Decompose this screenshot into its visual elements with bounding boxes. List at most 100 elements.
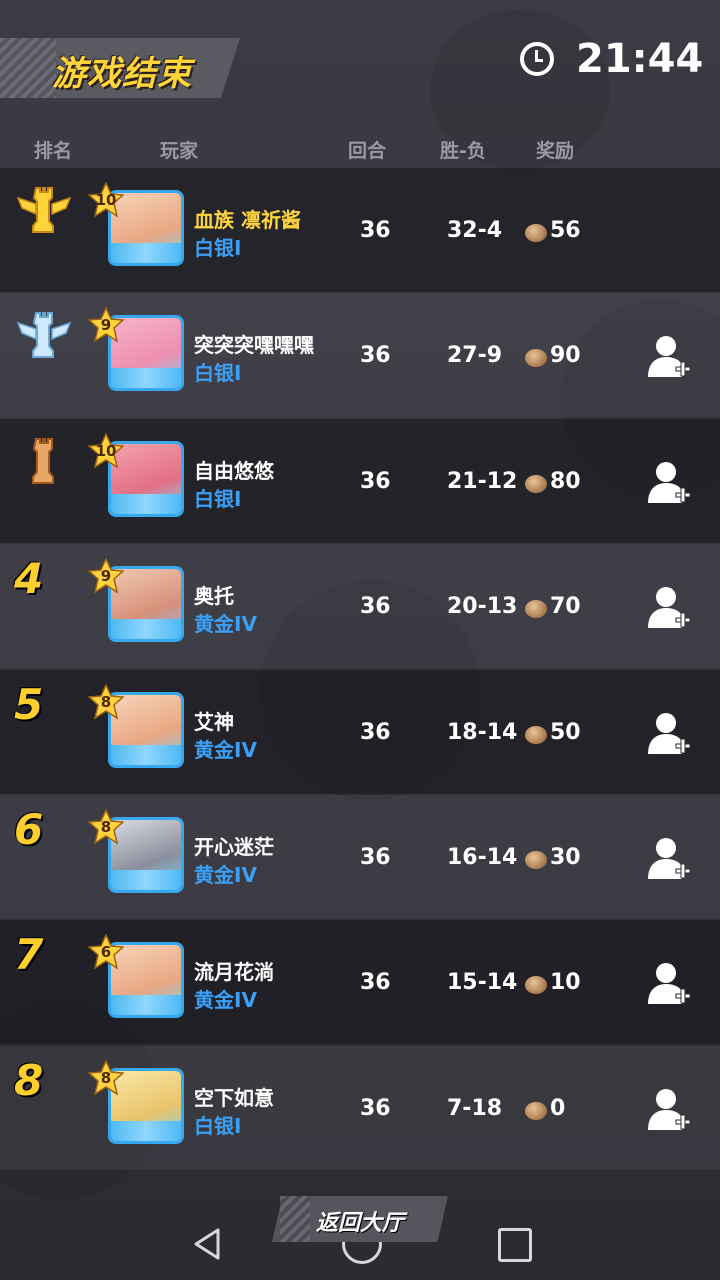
level-number: 8 [100, 692, 112, 711]
leaderboard-row: 6 8 开心迷茫 黄金IV 36 16-14 30 [0, 795, 720, 919]
player-name: 流月花淌 [194, 960, 274, 985]
player-tier: 黄金IV [194, 737, 257, 762]
add-friend-icon[interactable] [646, 459, 692, 505]
player-name: 开心迷茫 [194, 835, 274, 859]
nav-recent-apps-icon[interactable] [498, 1228, 532, 1262]
player-name: 血族 凛祈酱 [194, 208, 301, 232]
header-win-loss: 胜-负 [440, 140, 486, 162]
level-badge: 10 [88, 432, 124, 469]
level-number: 8 [100, 1068, 112, 1087]
rank-number: 5 [14, 679, 44, 729]
coin-icon [525, 349, 547, 368]
leaderboard-row: 8 8 空下如意 白银I 36 7-18 0 [0, 1045, 720, 1170]
leaderboard-row: 7 6 流月花淌 黄金IV 36 15-14 10 [0, 920, 720, 1045]
level-number: 10 [95, 441, 117, 460]
player-tier: 黄金IV [194, 863, 257, 887]
level-badge: 8 [88, 683, 124, 720]
player-tier: 白银I [194, 1113, 242, 1138]
header-rounds: 回合 [348, 140, 387, 162]
win-loss-value: 27-9 [447, 343, 503, 369]
reward-value: 50 [550, 719, 581, 745]
leaderboard-row: 5 8 艾神 黄金IV 36 18-14 50 [0, 669, 720, 794]
rank-number: 8 [14, 1055, 44, 1105]
reward-value: 90 [550, 343, 581, 369]
back-to-lobby-label: 返回大厅 [315, 1211, 404, 1236]
silver-trophy-icon [16, 312, 72, 359]
reward-value: 56 [550, 218, 581, 243]
win-loss-value: 7-18 [447, 1095, 503, 1121]
rounds-value: 36 [360, 594, 391, 620]
reward-value: 10 [550, 970, 581, 996]
level-badge: 6 [88, 934, 124, 971]
header-rank: 排名 [34, 140, 73, 162]
rank-number: 4 [14, 554, 44, 604]
win-loss-value: 15-14 [447, 970, 518, 996]
level-number: 10 [95, 191, 117, 209]
coin-icon [525, 1101, 547, 1120]
add-friend-icon[interactable] [646, 584, 692, 630]
win-loss-value: 20-13 [447, 594, 518, 620]
level-badge: 9 [88, 558, 124, 594]
player-name: 突突突嘿嘿嘿 [194, 333, 314, 358]
add-friend-icon[interactable] [646, 960, 692, 1006]
back-to-lobby-button[interactable]: 返回大厅 [272, 1196, 448, 1242]
add-friend-icon[interactable] [646, 710, 692, 756]
reward-value: 0 [550, 1095, 566, 1121]
leaderboard-row: 10 自由悠悠 白银I 36 21-12 80 [0, 418, 720, 543]
rank-number: 7 [14, 930, 44, 980]
level-number: 8 [100, 818, 112, 836]
player-name: 自由悠悠 [194, 458, 274, 483]
leaderboard-row: 4 9 奥托 黄金IV 36 20-13 70 [0, 544, 720, 669]
win-loss-value: 32-4 [447, 218, 503, 243]
player-tier: 黄金IV [194, 612, 257, 637]
rounds-value: 36 [360, 719, 391, 745]
coin-icon [525, 976, 547, 995]
level-badge: 9 [88, 307, 124, 344]
win-loss-value: 16-14 [447, 845, 518, 870]
coin-icon [525, 224, 547, 242]
player-tier: 白银I [194, 236, 242, 260]
add-friend-icon[interactable] [646, 1086, 692, 1132]
player-tier: 白银I [194, 486, 242, 511]
reward-value: 70 [550, 594, 581, 620]
level-badge: 8 [88, 809, 124, 845]
player-tier: 白银I [194, 361, 242, 386]
rounds-value: 36 [360, 845, 391, 870]
clock-icon [520, 42, 554, 76]
rounds-value: 36 [360, 218, 391, 243]
coin-icon [525, 851, 547, 869]
coin-icon [525, 474, 547, 493]
nav-back-icon[interactable] [190, 1226, 226, 1262]
rounds-value: 36 [360, 970, 391, 996]
time-display: 21:44 [576, 36, 704, 82]
reward-value: 80 [550, 468, 581, 494]
rounds-value: 36 [360, 343, 391, 369]
column-headers: 排名 玩家 回合 胜-负 奖励 [0, 136, 720, 164]
level-badge: 8 [88, 1059, 124, 1096]
add-friend-icon[interactable] [646, 333, 692, 379]
player-name: 空下如意 [194, 1085, 274, 1110]
player-name: 艾神 [194, 709, 234, 734]
level-number: 6 [100, 943, 112, 962]
bronze-trophy-icon [32, 437, 54, 484]
rounds-value: 36 [360, 1095, 391, 1121]
rank-number: 6 [14, 805, 44, 854]
level-badge: 10 [88, 182, 124, 218]
player-name: 奥托 [194, 584, 234, 609]
add-friend-icon[interactable] [646, 835, 692, 881]
game-over-title-plate: 游戏结束 [0, 38, 240, 98]
coin-icon [525, 600, 547, 619]
level-number: 9 [100, 567, 112, 586]
header-reward: 奖励 [536, 140, 575, 162]
win-loss-value: 21-12 [447, 468, 518, 494]
rounds-value: 36 [360, 468, 391, 494]
reward-value: 30 [550, 845, 581, 870]
page-title: 游戏结束 [52, 54, 192, 94]
win-loss-value: 18-14 [447, 719, 518, 745]
coin-icon [525, 725, 547, 744]
level-number: 9 [100, 316, 112, 335]
player-tier: 黄金IV [194, 988, 257, 1013]
leaderboard-row: 9 突突突嘿嘿嘿 白银I 36 27-9 90 [0, 293, 720, 418]
gold-trophy-icon [16, 187, 72, 233]
header-player: 玩家 [160, 140, 199, 162]
